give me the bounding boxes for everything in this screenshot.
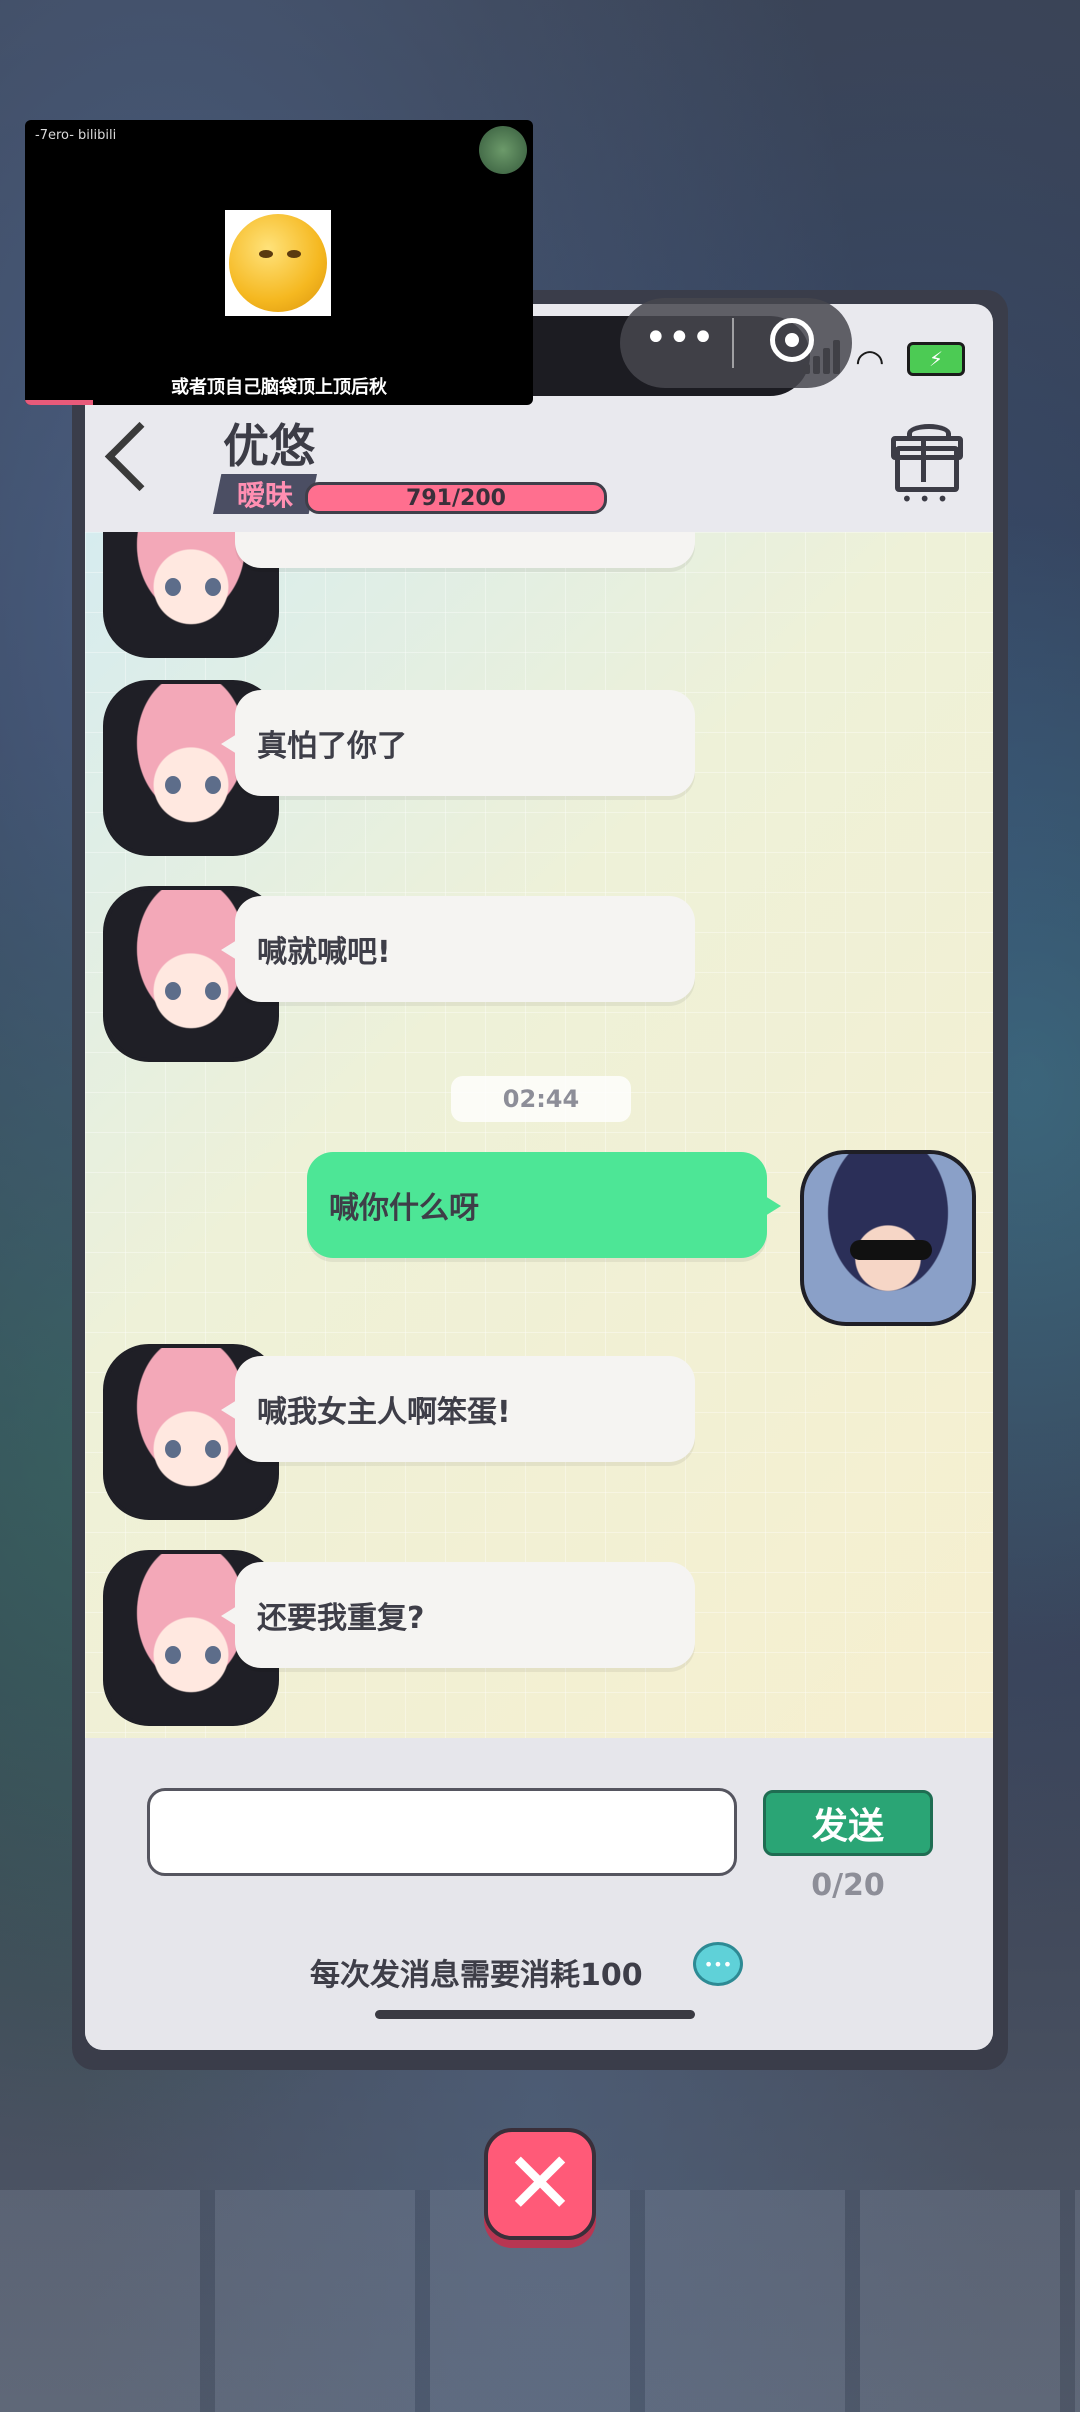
message-list[interactable]: 真怕了你了 喊就喊吧! 02:44 喊你什么呀 喊我女主人啊笨蛋! 还要我重复? [85,532,993,1738]
message-bubble [235,532,695,568]
composer-bar: 发送 0/20 每次发消息需要消耗100 ••• [85,1738,993,2050]
speech-bubble-currency-icon: ••• [693,1942,743,1986]
miniprogram-capsule: ••• [620,298,852,388]
affinity-status-tag: 暧昧 [213,474,317,514]
thinking-emoji-image [225,210,331,316]
video-progress-bar [25,400,93,405]
message-bubble: 喊就喊吧! [221,896,695,1002]
video-brand: -7ero- bilibili [35,128,117,143]
close-button[interactable]: ✕ [484,2128,596,2240]
affinity-progress-bar: 791/200 [305,482,607,514]
uploader-avatar[interactable] [479,126,527,174]
message-input[interactable] [147,1788,737,1876]
floating-video-player[interactable]: -7ero- bilibili 或者顶自己脑袋顶上顶后秋 [25,120,533,405]
chat-screen: ◠ ⚡ 优悠 暧昧 791/200 ••• 真怕了你了 喊就喊吧! 02:44 … [85,304,993,2050]
gift-icon[interactable]: ••• [891,424,963,509]
message-bubble: 还要我重复? [221,1562,695,1668]
char-counter: 0/20 [811,1868,885,1903]
message-bubble: 喊我女主人啊笨蛋! [221,1356,695,1462]
capsule-divider [732,318,734,368]
back-icon[interactable] [104,421,175,492]
message-bubble: 真怕了你了 [221,690,695,796]
more-options-icon[interactable]: ••• [644,318,715,358]
contact-name: 优悠 [223,419,315,473]
message-bubble-outgoing: 喊你什么呀 [307,1152,781,1258]
send-button[interactable]: 发送 [763,1790,933,1856]
message-cost-note: 每次发消息需要消耗100 [310,1958,643,1993]
video-subtitle: 或者顶自己脑袋顶上顶后秋 [171,377,387,398]
close-miniprogram-icon[interactable] [770,318,814,362]
message-timestamp: 02:44 [451,1076,631,1122]
home-indicator[interactable] [375,2010,695,2019]
my-avatar[interactable] [800,1150,976,1326]
